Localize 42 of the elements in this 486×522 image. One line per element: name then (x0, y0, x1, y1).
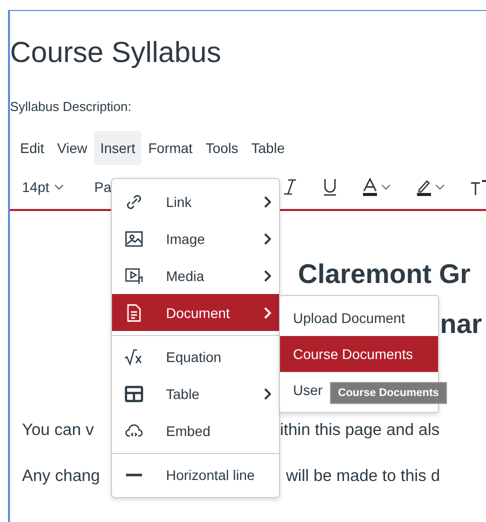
text-color-icon[interactable] (362, 178, 392, 196)
menu-tab[interactable]: Table (245, 131, 291, 165)
paragraph-text: ithin this page and als (280, 420, 440, 441)
tooltip: Course Documents (330, 382, 447, 404)
menu-item[interactable]: Horizontal line (112, 453, 279, 493)
image-icon (124, 228, 144, 248)
font-size-dropdown[interactable]: 14pt (22, 179, 64, 195)
chevron-icon (263, 196, 271, 208)
italic-icon[interactable] (282, 178, 298, 196)
menu-tab[interactable]: View (51, 131, 94, 165)
menu-item[interactable]: Table (112, 375, 279, 412)
menu-item[interactable]: Upload Document (280, 300, 438, 336)
highlight-icon[interactable] (416, 178, 446, 196)
menu-item[interactable]: Media (112, 257, 279, 294)
chevron-icon (263, 232, 271, 244)
table-icon (124, 384, 144, 404)
field-label: Syllabus Description: (10, 99, 132, 115)
menu-tab[interactable]: Tools (200, 131, 244, 165)
page-title: Course Syllabus (10, 36, 222, 71)
heading-text: Claremont Gr (298, 259, 471, 289)
menu-tab[interactable]: Insert (94, 131, 142, 165)
chevron-icon (263, 270, 271, 282)
menu-tab[interactable]: Edit (14, 131, 50, 165)
menu-item[interactable]: Image (112, 220, 279, 257)
menu-item[interactable]: Course Documents (280, 336, 438, 372)
underline-icon[interactable] (322, 178, 338, 196)
media-icon (124, 266, 144, 286)
menu-tab[interactable]: Format (142, 131, 199, 165)
horizontal-line-icon (126, 473, 142, 477)
menu-item[interactable]: Link (112, 183, 279, 220)
menu-item[interactable]: Embed (112, 412, 279, 449)
paragraph-text: Any chang (22, 467, 100, 485)
heading-text: nar (440, 309, 482, 339)
menu-item[interactable]: Document (112, 294, 279, 331)
paragraph-dropdown[interactable]: Pa (94, 179, 114, 195)
superscript-icon[interactable] (470, 178, 486, 196)
equation-icon (124, 347, 144, 367)
paragraph-text: You can v (22, 421, 94, 439)
chevron-icon (263, 306, 271, 318)
chevron-icon (263, 388, 271, 400)
chevron-down-icon (54, 184, 64, 190)
paragraph-text: will be made to this d (286, 466, 440, 487)
